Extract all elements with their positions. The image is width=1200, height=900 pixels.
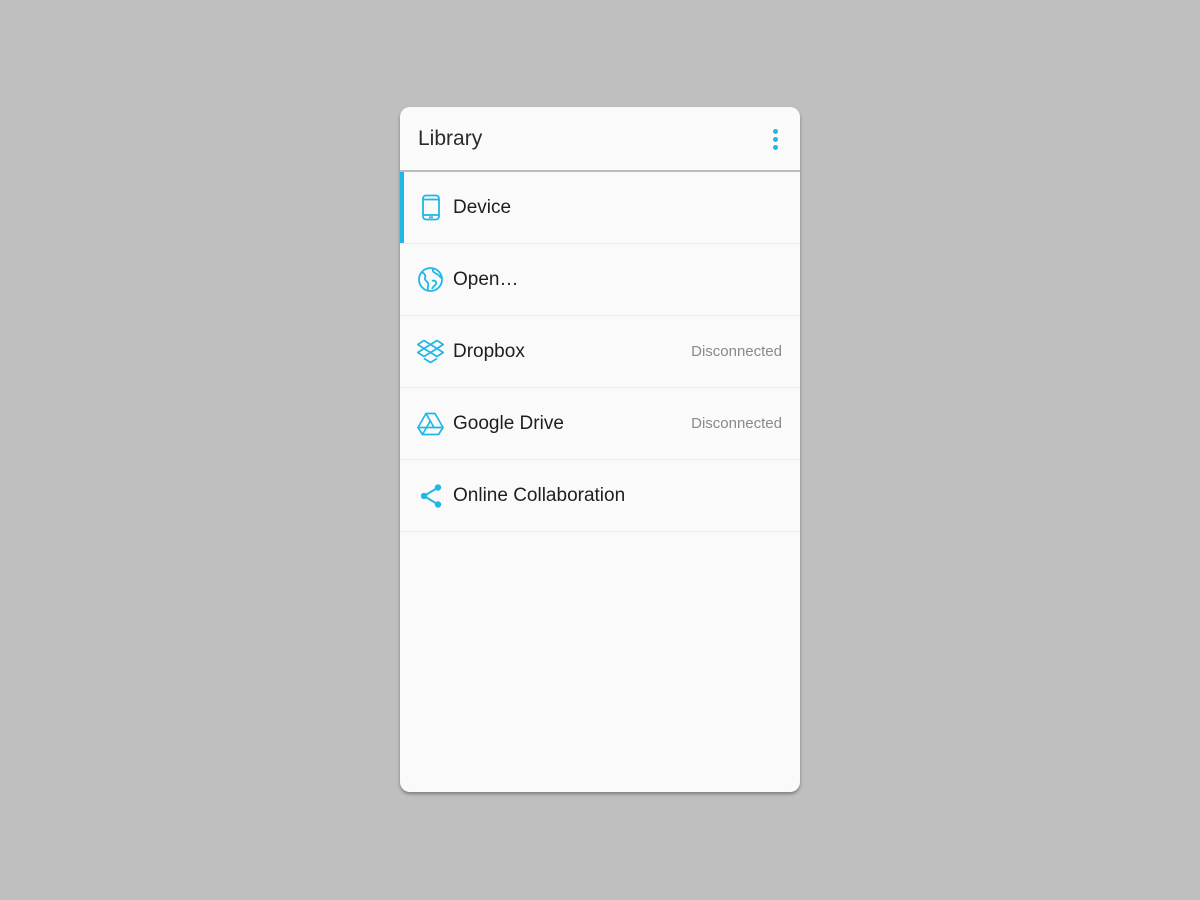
library-item-label: Open…: [453, 268, 519, 290]
library-item-device[interactable]: Device: [400, 172, 800, 244]
connection-status: Disconnected: [691, 343, 782, 360]
globe-icon: [417, 266, 444, 293]
library-header: Library: [400, 107, 800, 172]
library-item-label: Online Collaboration: [453, 484, 626, 506]
phone-icon: [417, 194, 444, 221]
more-vertical-icon-dot: [772, 144, 778, 150]
library-item-google-drive[interactable]: Google Drive Disconnected: [400, 388, 800, 460]
library-item-label: Google Drive: [453, 412, 564, 434]
page-title: Library: [418, 127, 483, 150]
library-item-open[interactable]: Open…: [400, 244, 800, 316]
library-item-online-collaboration[interactable]: Online Collaboration: [400, 460, 800, 532]
library-item-dropbox[interactable]: Dropbox Disconnected: [400, 316, 800, 388]
google-drive-icon: [417, 410, 444, 437]
more-vertical-icon: [772, 128, 778, 134]
more-menu-button[interactable]: [764, 125, 786, 153]
library-panel: Library Device Open… Dropbox Disconnecte…: [400, 107, 800, 792]
more-vertical-icon-dot: [772, 136, 778, 142]
connection-status: Disconnected: [691, 415, 782, 432]
library-list: Device Open… Dropbox Disconnected Google…: [400, 172, 800, 532]
library-item-label: Dropbox: [453, 340, 525, 362]
dropbox-icon: [417, 338, 444, 365]
share-icon: [417, 482, 444, 509]
library-item-label: Device: [453, 196, 512, 218]
